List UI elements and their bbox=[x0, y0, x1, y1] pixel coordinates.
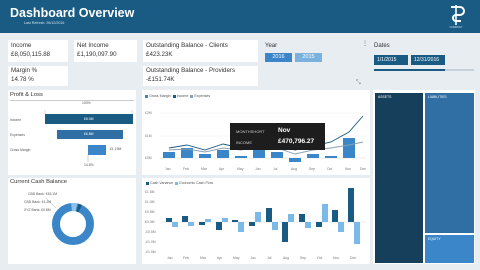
x-tick: Sep bbox=[300, 256, 307, 260]
x-tick: Aug bbox=[283, 256, 290, 260]
outstanding-clients-value: £423.23K bbox=[146, 51, 173, 58]
profit-loss-funnel bbox=[44, 110, 133, 162]
x-tick: Dec bbox=[350, 256, 357, 260]
x-tick: Aug bbox=[291, 167, 298, 171]
pl-gross-margin-label: Gross Margin bbox=[10, 148, 31, 152]
income-value: £8,050,115.88 bbox=[11, 51, 51, 58]
start-date-input[interactable]: 1/1/2015 bbox=[374, 55, 408, 65]
x-tick: Jul bbox=[273, 167, 278, 171]
cash-flow-panel: Cash Variance Economic Cash Flow £1.5M £… bbox=[142, 178, 370, 264]
cash-label: XYZ Bank: £0.8M bbox=[24, 208, 51, 212]
income-card: Income £8,050,115.88 bbox=[8, 40, 68, 62]
x-tick: Oct bbox=[327, 167, 333, 171]
year-label: Year bbox=[265, 43, 278, 49]
x-tick: Nov bbox=[345, 167, 352, 171]
x-tick: Oct bbox=[317, 256, 323, 260]
outstanding-providers-value: -£151.74K bbox=[146, 76, 175, 83]
last-refresh-text: Last Refresh: 26/12/2016 bbox=[24, 21, 65, 25]
income-label: Income bbox=[11, 42, 32, 49]
outstanding-clients-card: Outstanding Balance - Clients £423.23K bbox=[143, 40, 258, 62]
pl-expenses-label: Expenses bbox=[10, 133, 25, 137]
dates-label: Dates bbox=[374, 43, 390, 49]
x-tick: Mar bbox=[201, 167, 207, 171]
treemap-assets-label: ASSETS bbox=[378, 95, 392, 99]
x-tick: Sep bbox=[309, 167, 316, 171]
date-slider-fill bbox=[374, 69, 445, 71]
cash-balance-panel: Current Cash Balance CBD Bank: £18.1M CB… bbox=[8, 178, 136, 264]
pl-bottom-pct: 14.8% bbox=[84, 163, 94, 167]
x-tick: Mar bbox=[200, 256, 206, 260]
x-tick: Dec bbox=[360, 167, 367, 171]
x-tick: Jun bbox=[255, 167, 261, 171]
net-income-card: Net Income £1,190,097.90 bbox=[74, 40, 137, 62]
margin-label: Margin % bbox=[11, 67, 38, 74]
tooltip-month-value: Nov bbox=[278, 127, 291, 134]
tooltip-income-value: £470,796.27 bbox=[278, 138, 315, 145]
treemap-assets[interactable]: ASSETS bbox=[375, 93, 423, 263]
outstanding-providers-label: Outstanding Balance - Providers bbox=[146, 67, 236, 74]
end-date-input[interactable]: 12/31/2016 bbox=[411, 55, 445, 65]
pl-income-value: £8.0M bbox=[84, 117, 94, 121]
x-tick: Apr bbox=[217, 256, 223, 260]
pl-gross-margin-value: £1.19M bbox=[110, 147, 122, 151]
net-income-label: Net Income bbox=[77, 42, 109, 49]
x-tick: Apr bbox=[219, 167, 225, 171]
x-tick: Jan bbox=[165, 167, 171, 171]
net-income-value: £1,190,097.90 bbox=[77, 51, 117, 58]
slicer-icon[interactable]: ⋮ bbox=[362, 40, 368, 47]
gross-margin-bar bbox=[88, 145, 106, 155]
treemap-equity[interactable]: EQUITY bbox=[425, 235, 474, 263]
margin-card: Margin % 14.78 % bbox=[8, 66, 68, 86]
treemap-equity-label: EQUITY bbox=[428, 237, 441, 241]
pl-income-label: Income bbox=[10, 118, 22, 122]
tooltip-month-key: MONTHSHORT bbox=[236, 129, 265, 134]
year-2015-button[interactable]: 2015 bbox=[295, 53, 322, 62]
chart-tooltip: MONTHSHORT Nov INCOME £470,796.27 bbox=[230, 123, 325, 150]
cash-label: CBD Bank: £1.2M bbox=[24, 200, 52, 204]
outstanding-clients-label: Outstanding Balance - Clients bbox=[146, 42, 228, 49]
expand-icon[interactable]: ⤡ bbox=[356, 80, 361, 87]
profit-loss-panel: Profit & Loss 100% Income £8.0M Expenses… bbox=[8, 90, 136, 175]
logo-caption: COMPANY bbox=[449, 26, 463, 29]
cash-label: CBD Bank: £18.1M bbox=[28, 192, 58, 196]
x-tick: Feb bbox=[183, 256, 189, 260]
x-tick: Jan bbox=[167, 256, 173, 260]
treemap-liabilities-label: LIABILITIES bbox=[428, 95, 447, 99]
cash-donut-chart bbox=[45, 197, 94, 245]
pl-expenses-value: £6.8M bbox=[84, 132, 94, 136]
x-tick: Nov bbox=[333, 256, 340, 260]
cashflow-bar-chart bbox=[162, 188, 366, 244]
x-tick: Feb bbox=[183, 167, 189, 171]
page-title: Dashboard Overview bbox=[10, 6, 135, 20]
year-2016-button[interactable]: 2016 bbox=[265, 53, 292, 62]
x-tick: Jul bbox=[267, 256, 272, 260]
x-tick: Jun bbox=[250, 256, 256, 260]
margin-value: 14.78 % bbox=[11, 76, 34, 83]
x-tick: May bbox=[233, 256, 240, 260]
tooltip-income-key: INCOME bbox=[236, 140, 252, 145]
treemap-liabilities[interactable]: LIABILITIES bbox=[425, 93, 474, 233]
outstanding-providers-card: Outstanding Balance - Providers -£151.74… bbox=[143, 66, 258, 86]
x-tick: May bbox=[237, 167, 244, 171]
